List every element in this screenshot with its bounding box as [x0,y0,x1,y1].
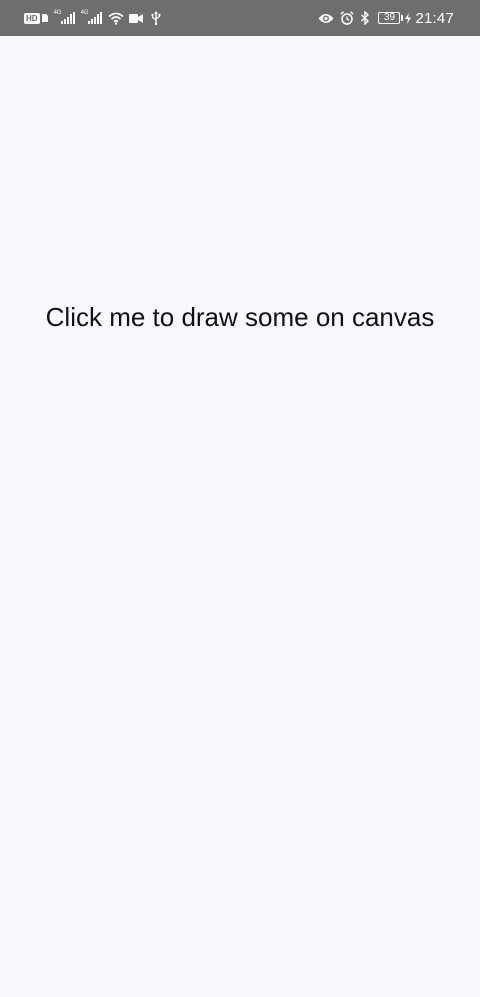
draw-on-canvas-button[interactable]: Click me to draw some on canvas [0,299,480,335]
status-bar-left: HD 4G 4G [24,0,161,36]
wifi-icon [108,12,124,25]
status-bar-right: 39 21:47 [318,0,454,36]
main-content: Click me to draw some on canvas [0,36,480,997]
signal-4g-icon [60,12,75,24]
network-type-label-2: 4G [80,10,89,16]
battery-icon: 39 [378,12,404,24]
sim-card-icon [41,14,48,22]
usb-icon [150,11,161,25]
clock: 21:47 [415,9,454,27]
hd-icon: HD [24,12,40,24]
charging-icon [405,12,412,24]
bluetooth-icon [360,11,370,25]
eye-icon [318,13,334,24]
network-type-label-1: 4G [53,10,62,16]
status-bar: HD 4G 4G 39 21:47 [0,0,480,36]
video-camera-icon [128,13,143,23]
signal-4g-icon [87,12,102,24]
alarm-icon [340,11,354,25]
battery-tip [401,15,404,21]
battery-level: 39 [378,12,401,24]
